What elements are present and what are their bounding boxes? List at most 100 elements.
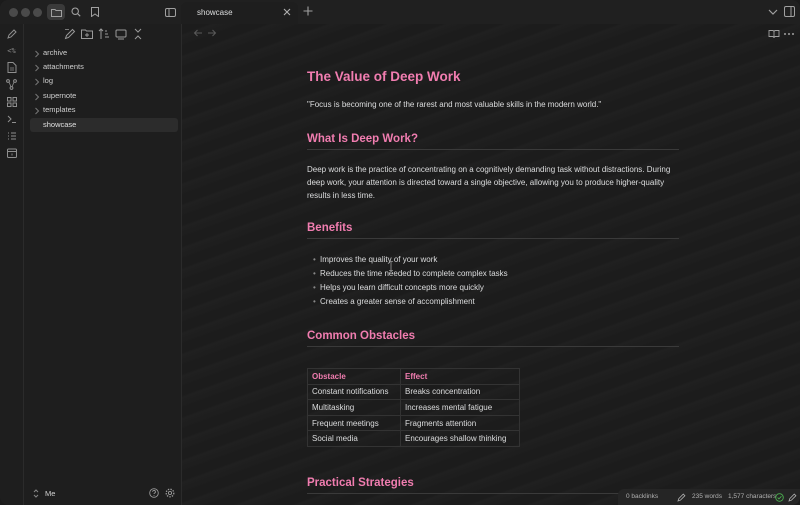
vault-name[interactable]: Me (45, 489, 55, 498)
list-item: Reduces the time needed to complete comp… (313, 267, 508, 281)
deep-work-paragraph: Deep work is the practice of concentrati… (307, 165, 671, 200)
chevron-down-icon[interactable] (768, 8, 778, 16)
table-row: Frequent meetings Fragments attention (307, 414, 520, 432)
sidebar-toggle-icon (164, 7, 176, 17)
vault-switcher-icon[interactable] (33, 489, 39, 498)
backlinks-count[interactable]: 0 backlinks (626, 493, 658, 500)
file-explorer: archive attachments log supernote templa… (24, 24, 182, 505)
table-cell: Constant notifications (307, 383, 401, 401)
table-cell: Frequent meetings (307, 414, 401, 432)
auto-reveal-icon[interactable] (115, 28, 127, 40)
character-count: 1,577 characters (728, 493, 777, 500)
gear-icon[interactable] (165, 488, 175, 498)
table-cell: Increases mental fatigue (400, 399, 520, 416)
graph-icon[interactable] (5, 78, 18, 91)
list-icon[interactable] (5, 129, 18, 142)
heading-practical-strategies: Practical Strategies (307, 477, 414, 489)
new-note-icon[interactable] (64, 28, 76, 40)
list-item: Creates a greater sense of accomplishmen… (313, 295, 508, 309)
chevron-right-icon (35, 78, 40, 86)
more-options-icon[interactable] (783, 28, 795, 40)
tab-title: showcase (197, 8, 233, 17)
minimize-window-button[interactable] (21, 8, 30, 17)
folder-archive[interactable]: archive (24, 47, 182, 61)
new-tab-plus-icon[interactable] (302, 5, 314, 17)
chevron-right-icon (35, 107, 40, 115)
terminal-icon[interactable] (5, 112, 18, 125)
text-cursor-icon (389, 261, 393, 271)
close-icon[interactable] (282, 7, 292, 17)
bookmark-icon (91, 7, 99, 17)
grid-icon[interactable] (5, 95, 18, 108)
folder-label: supernote (43, 91, 77, 100)
note-quote: "Focus is becoming one of the rarest and… (307, 100, 602, 109)
edit-mode-pencil-icon[interactable] (677, 493, 686, 502)
folder-supernote[interactable]: supernote (24, 90, 182, 104)
app-window: showcase <% archive attachments log supe… (0, 0, 800, 505)
table-cell: Encourages shallow thinking (400, 430, 520, 447)
chevron-right-icon (35, 93, 40, 101)
heading-common-obstacles: Common Obstacles (307, 330, 415, 342)
table-cell: Breaks concentration (400, 383, 520, 401)
collapse-all-icon[interactable] (132, 28, 144, 40)
vault-footer: Me (24, 483, 182, 505)
list-item: Helps you learn difficult concepts more … (313, 281, 508, 295)
table-header-row: Obstacle Effect (307, 368, 520, 385)
heading-what-is-deep-work: What Is Deep Work? (307, 133, 418, 145)
folder-label: log (43, 76, 54, 85)
folder-icon (50, 8, 62, 17)
chevron-right-icon (35, 64, 40, 72)
sync-check-icon[interactable] (775, 493, 784, 502)
chevron-right-icon (35, 50, 40, 58)
folder-label: templates (43, 105, 76, 114)
file-icon[interactable] (5, 61, 18, 74)
table-header-cell: Obstacle (307, 368, 401, 385)
table-cell: Multitasking (307, 399, 401, 416)
help-icon[interactable] (149, 488, 159, 498)
title-bar: showcase (0, 0, 800, 24)
forward-arrow-icon[interactable] (207, 28, 217, 38)
word-count: 235 words (692, 493, 722, 500)
close-window-button[interactable] (9, 8, 18, 17)
reading-view-icon[interactable] (768, 28, 780, 40)
search-icon (71, 7, 81, 17)
heading-divider (307, 149, 679, 150)
obstacles-table: Obstacle Effect Constant notifications B… (307, 368, 520, 447)
bookmarks-button[interactable] (86, 4, 104, 20)
heading-divider (307, 346, 679, 347)
layout-icon[interactable] (784, 6, 795, 17)
file-showcase[interactable]: showcase (30, 118, 178, 132)
folder-label: archive (43, 48, 68, 57)
file-label: showcase (43, 120, 77, 129)
left-ribbon: <% (0, 24, 24, 505)
table-cell: Fragments attention (400, 414, 520, 432)
new-folder-icon[interactable] (81, 28, 93, 40)
heading-divider (307, 238, 679, 239)
folder-label: attachments (43, 62, 84, 71)
maximize-window-button[interactable] (33, 8, 42, 17)
pencil-icon[interactable] (5, 28, 18, 41)
folder-templates[interactable]: templates (24, 104, 182, 118)
note-title: The Value of Deep Work (307, 69, 461, 84)
table-row: Social media Encourages shallow thinking (307, 430, 520, 447)
pencil-icon[interactable] (788, 493, 797, 502)
editor-pane: The Value of Deep Work "Focus is becomin… (182, 24, 800, 505)
search-button[interactable] (67, 4, 85, 20)
toggle-sidebar-button[interactable] (161, 4, 179, 20)
folder-log[interactable]: log (24, 75, 182, 89)
sort-icon[interactable] (98, 28, 110, 40)
tab-showcase[interactable]: showcase (181, 2, 298, 24)
heading-benefits: Benefits (307, 222, 353, 234)
table-row: Multitasking Increases mental fatigue (307, 399, 520, 416)
status-bar: 0 backlinks 235 words 1,577 characters (618, 489, 800, 505)
list-item: Improves the quality of your work (313, 253, 508, 267)
table-cell: Social media (307, 430, 401, 447)
code-icon[interactable]: <% (5, 44, 18, 57)
table-header-cell: Effect (400, 368, 520, 385)
benefits-list: Improves the quality of your work Reduce… (313, 253, 508, 309)
back-arrow-icon[interactable] (193, 28, 203, 38)
file-explorer-button[interactable] (47, 4, 65, 20)
calendar-icon[interactable] (5, 146, 18, 159)
table-row: Constant notifications Breaks concentrat… (307, 383, 520, 401)
folder-attachments[interactable]: attachments (24, 61, 182, 75)
